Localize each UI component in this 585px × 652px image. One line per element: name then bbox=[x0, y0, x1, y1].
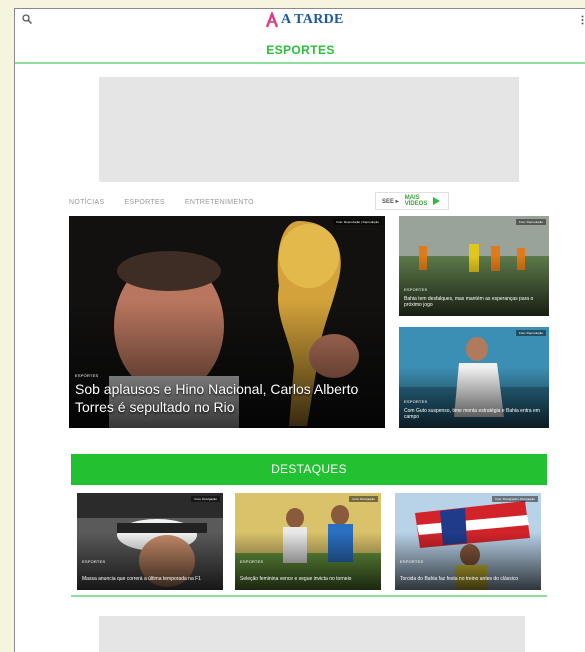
tab-entretenimento[interactable]: ENTRETENIMENTO bbox=[185, 199, 254, 206]
card-category: ESPORTES bbox=[404, 287, 428, 292]
destaque-card[interactable]: Foto: Divulgação ESPORTES Seleção femini… bbox=[235, 493, 381, 590]
card-category: ESPORTES bbox=[240, 559, 264, 564]
card-title[interactable]: Massa anuncia que correrá a última tempo… bbox=[82, 576, 218, 582]
card-category: ESPORTES bbox=[404, 399, 428, 404]
photo-credit: Foto: Divulgação | Divulgação bbox=[492, 496, 538, 502]
card-title[interactable]: Com Guto suspenso, time monta estratégia… bbox=[404, 408, 544, 420]
menu-icon[interactable] bbox=[581, 15, 584, 25]
card-category: ESPORTES bbox=[75, 373, 99, 378]
photo-credit: Foto: Reprodução bbox=[515, 330, 546, 336]
video-brand: MAIS VÍDEOS bbox=[404, 195, 428, 207]
divider bbox=[71, 595, 547, 597]
video-label: SEE ▸ bbox=[382, 198, 399, 205]
page: A TARDE ESPORTES NOTÍCIAS ESPORTES ENTRE… bbox=[14, 8, 585, 652]
photo-credit: Foto: Divulgação bbox=[349, 496, 378, 502]
card-title[interactable]: Torcida do Bahia faz festa no treino ant… bbox=[400, 576, 536, 582]
section-title: ESPORTES bbox=[266, 43, 335, 57]
destaques-header: DESTAQUES bbox=[71, 454, 547, 485]
ad-placeholder-bottom bbox=[99, 616, 525, 652]
category-nav: NOTÍCIAS ESPORTES ENTRETENIMENTO SEE ▸ M… bbox=[69, 192, 549, 210]
photo-credit: Foto: Reprodução | Reprodução bbox=[333, 219, 382, 225]
photo-credit: Foto: Divulgação bbox=[191, 496, 220, 502]
play-icon bbox=[433, 197, 441, 205]
logo-mark-icon bbox=[265, 12, 279, 28]
divider bbox=[15, 62, 585, 64]
card-title[interactable]: Bahia tem desfalques, mas mantém as espe… bbox=[404, 296, 544, 308]
ad-placeholder-top bbox=[99, 77, 519, 182]
photo-credit: Foto: Reprodução bbox=[515, 219, 546, 225]
featured-side-card[interactable]: Foto: Reprodução ESPORTES Com Guto suspe… bbox=[399, 327, 549, 428]
destaque-card[interactable]: Foto: Divulgação ESPORTES Massa anuncia … bbox=[77, 493, 223, 590]
top-bar: A TARDE bbox=[15, 9, 585, 31]
logo-text: A TARDE bbox=[281, 12, 344, 27]
card-title[interactable]: Sob aplausos e Hino Nacional, Carlos Alb… bbox=[75, 380, 375, 416]
card-category: ESPORTES bbox=[82, 559, 106, 564]
featured-side-card[interactable]: Foto: Reprodução ESPORTES Bahia tem desf… bbox=[399, 216, 549, 316]
card-category: ESPORTES bbox=[400, 559, 424, 564]
card-title[interactable]: Seleção feminina vence e segue invicta n… bbox=[240, 576, 376, 582]
videos-button[interactable]: SEE ▸ MAIS VÍDEOS bbox=[375, 192, 449, 210]
tab-esportes[interactable]: ESPORTES bbox=[124, 199, 164, 206]
destaque-card[interactable]: Foto: Divulgação | Divulgação ESPORTES T… bbox=[395, 493, 541, 590]
site-logo[interactable]: A TARDE bbox=[265, 11, 344, 29]
featured-main-card[interactable]: Foto: Reprodução | Reprodução ESPORTES S… bbox=[69, 216, 385, 428]
search-icon[interactable] bbox=[21, 13, 33, 25]
tab-noticias[interactable]: NOTÍCIAS bbox=[69, 199, 104, 206]
